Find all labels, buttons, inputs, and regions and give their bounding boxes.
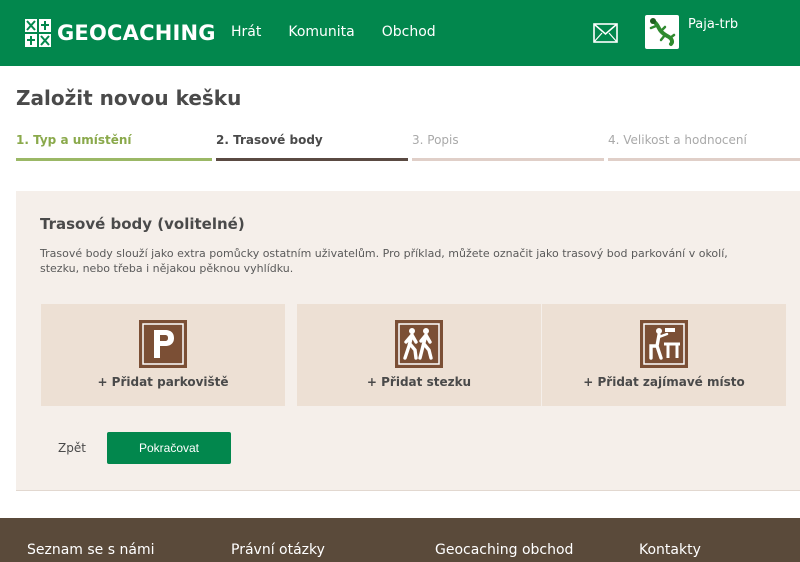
panel-title: Trasové body (volitelné) xyxy=(40,215,245,233)
waypoints-panel: Trasové body (volitelné) Trasové body sl… xyxy=(16,191,800,491)
step-progress: 1. Typ a umístění 2. Trasové body 3. Pop… xyxy=(16,133,800,163)
mail-icon[interactable] xyxy=(593,23,618,43)
step-bar xyxy=(16,158,212,161)
step-description: 3. Popis xyxy=(412,133,604,163)
step-waypoints[interactable]: 2. Trasové body xyxy=(216,133,408,163)
top-navigation-bar: GEOCACHING Hrát Komunita Obchod Paja-trb xyxy=(0,0,800,66)
avatar[interactable] xyxy=(645,15,679,49)
panel-description: Trasové body slouží jako extra pomůcky o… xyxy=(40,247,728,275)
geocaching-logo-icon xyxy=(25,19,51,47)
add-trail-card[interactable]: + Přidat stezku xyxy=(297,304,541,406)
step-size-rating: 4. Velikost a hodnocení xyxy=(608,133,800,163)
back-link[interactable]: Zpět xyxy=(58,441,86,455)
step-type-location[interactable]: 1. Typ a umístění xyxy=(16,133,212,163)
geocaching-logo[interactable]: GEOCACHING xyxy=(25,18,216,48)
add-parking-card[interactable]: + Přidat parkoviště xyxy=(41,304,285,406)
footer-link-shop[interactable]: Geocaching obchod xyxy=(435,542,573,558)
gecko-avatar-icon xyxy=(649,18,676,46)
logo-text: GEOCACHING xyxy=(57,21,216,45)
page-title: Založit novou kešku xyxy=(16,86,242,110)
step-bar xyxy=(216,158,408,161)
add-point-of-interest-label: + Přidat zajímavé místo xyxy=(583,375,745,389)
footer-link-legal[interactable]: Právní otázky xyxy=(231,542,325,558)
footer-link-about[interactable]: Seznam se s námi xyxy=(27,542,154,558)
step-label: 1. Typ a umístění xyxy=(16,133,132,147)
footer: Seznam se s námi Právní otázky Geocachin… xyxy=(0,518,800,562)
step-bar xyxy=(608,158,800,161)
hiking-icon xyxy=(395,320,443,368)
continue-button[interactable]: Pokračovat xyxy=(107,432,231,464)
footer-link-contacts[interactable]: Kontakty xyxy=(639,542,701,558)
step-label: 2. Trasové body xyxy=(216,133,323,147)
nav-item-obchod[interactable]: Obchod xyxy=(382,24,436,40)
add-point-of-interest-card[interactable]: + Přidat zajímavé místo xyxy=(542,304,786,406)
add-trail-label: + Přidat stezku xyxy=(366,375,472,389)
main-navigation: Hrát Komunita Obchod xyxy=(231,24,463,40)
add-parking-label: + Přidat parkoviště xyxy=(97,375,229,389)
username[interactable]: Paja-trb xyxy=(688,17,738,32)
step-bar xyxy=(412,158,604,161)
step-label: 3. Popis xyxy=(412,133,459,147)
step-label: 4. Velikost a hodnocení xyxy=(608,133,747,147)
parking-icon xyxy=(139,320,187,368)
nav-item-komunita[interactable]: Komunita xyxy=(288,24,354,40)
picnic-icon xyxy=(640,320,688,368)
nav-item-hrat[interactable]: Hrát xyxy=(231,24,261,40)
